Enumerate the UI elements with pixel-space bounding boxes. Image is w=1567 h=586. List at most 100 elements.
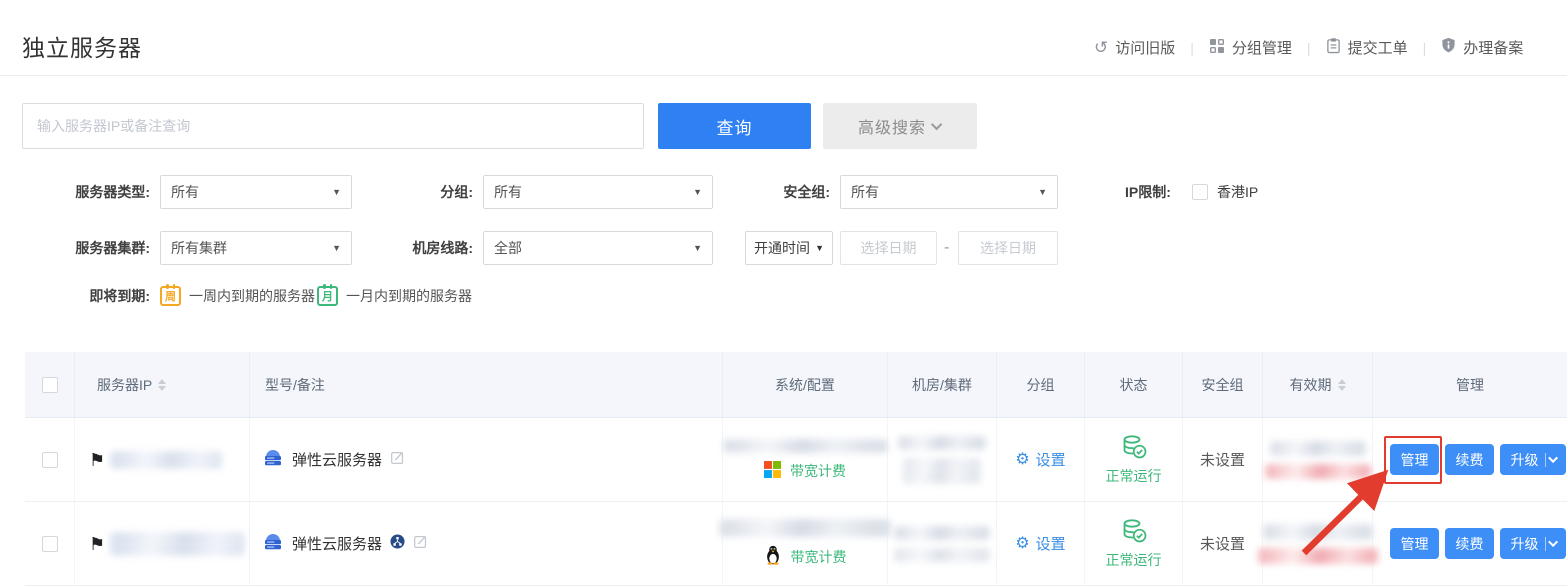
week-calendar-icon[interactable]: 周 [160,286,181,306]
billing-type-label: 带宽计费 [790,461,846,481]
date-range-separator: - [944,231,949,265]
linux-icon [764,545,782,568]
blurred-config [719,519,891,537]
visit-old-version-link[interactable]: ↺ 访问旧版 [1094,37,1175,58]
blurred-server-ip [110,451,222,469]
renew-button[interactable]: 续费 [1445,528,1494,559]
sort-icon[interactable] [1338,379,1346,391]
manage-cell: 管理 续费 升级 [1373,502,1567,585]
select-all-checkbox[interactable] [42,377,58,393]
group-management-link[interactable]: 分组管理 [1209,37,1292,58]
room-cluster-cell [888,418,997,501]
row-checkbox-cell [25,502,75,585]
header-room: 机房/集群 [888,352,997,417]
time-type-select[interactable]: 开通时间 ▼ [745,231,833,265]
security-group-cell: 未设置 [1183,418,1263,501]
upgrade-button[interactable]: 升级 [1500,528,1566,559]
blurred-validity-date [1263,524,1373,540]
upgrade-dropdown-toggle[interactable] [1546,456,1564,463]
edit-remark-icon[interactable] [413,534,428,553]
submit-ticket-link[interactable]: 提交工单 [1326,37,1408,58]
filter-row-1: 服务器类型: 所有 ▼ 分组: 所有 ▼ 安全组: 所有 ▼ IP限制: 香港I… [0,175,1567,209]
filing-record-link[interactable]: 办理备案 [1441,37,1523,58]
date-start-input[interactable] [840,231,937,265]
manage-button[interactable]: 管理 [1390,444,1439,475]
line-filter-label: 机房线路: [360,231,473,265]
search-input[interactable] [22,103,644,149]
month-calendar-icon[interactable]: 月 [317,286,338,306]
cluster-badge-icon [390,534,405,553]
caret-down-icon: ▼ [693,243,702,253]
sort-icon[interactable] [158,379,166,391]
room-cluster-cell [888,502,997,585]
edit-remark-icon[interactable] [390,450,405,469]
blurred-expiry-date [1265,464,1371,479]
header-server-ip: 服务器IP [75,352,250,417]
line-select[interactable]: 全部 ▼ [483,231,713,265]
query-button[interactable]: 查询 [658,103,811,149]
system-config-cell: 带宽计费 [723,418,888,501]
blurred-cluster [894,548,990,562]
flag-icon: ⚑ [89,535,105,553]
gear-icon: ⚙ [1015,452,1029,468]
server-type-select[interactable]: 所有 ▼ [160,175,352,209]
server-ip-cell: ⚑ [75,418,250,501]
model-label: 弹性云服务器 [292,533,382,554]
model-cell: 弹性云服务器 [250,418,723,501]
expiry-legend-row: 即将到期: 周 一周内到期的服务器 月 一月内到期的服务器 [0,283,1567,309]
system-config-cell: 带宽计费 [723,502,888,585]
link-separator: | [1190,40,1194,56]
server-type-label: 服务器类型: [22,175,150,209]
upgrade-dropdown-toggle[interactable] [1546,540,1564,547]
submit-ticket-label: 提交工单 [1348,37,1408,58]
row-checkbox[interactable] [42,452,58,468]
group-select[interactable]: 所有 ▼ [483,175,713,209]
header-validity-label: 有效期 [1290,375,1332,395]
table-row: ⚑ 弹性云服务器 带宽计费 ⚙ [25,502,1567,586]
shield-icon [1441,37,1456,58]
upgrade-label: 升级 [1503,537,1546,551]
table-row: ⚑ 弹性云服务器 带宽计费 ⚙ [25,418,1567,502]
server-ip-cell: ⚑ [75,502,250,585]
security-group-select[interactable]: 所有 ▼ [840,175,1058,209]
server-type-value: 所有 [171,182,199,202]
filing-record-label: 办理备案 [1463,37,1523,58]
caret-down-icon: ▼ [693,187,702,197]
chevron-down-icon [1548,537,1558,547]
search-section: 查询 高级搜索 [22,103,1022,149]
cloud-server-icon [262,447,284,473]
upgrade-button[interactable]: 升级 [1500,444,1566,475]
status-cell: 正常运行 [1085,502,1183,585]
chevron-down-icon [931,119,942,130]
security-group-cell: 未设置 [1183,502,1263,585]
advanced-search-button[interactable]: 高级搜索 [823,103,977,149]
date-end-input[interactable] [958,231,1058,265]
blurred-room [898,436,986,450]
header-select-all [25,352,75,417]
status-cell: 正常运行 [1085,418,1183,501]
security-group-filter-label: 安全组: [718,175,830,209]
header-system: 系统/配置 [723,352,888,417]
cluster-filter-label: 服务器集群: [22,231,150,265]
header-model: 型号/备注 [250,352,723,417]
row-checkbox[interactable] [42,536,58,552]
header-validity: 有效期 [1263,352,1373,417]
group-setting-link[interactable]: ⚙ 设置 [1015,533,1065,554]
group-setting-link[interactable]: ⚙ 设置 [1015,449,1065,470]
cluster-select[interactable]: 所有集群 ▼ [160,231,352,265]
manage-button[interactable]: 管理 [1390,528,1439,559]
header-links: ↺ 访问旧版 | 分组管理 | 提交工单 | 办理备案 [1094,37,1523,58]
status-label: 正常运行 [1106,466,1162,486]
hk-ip-option-label: 香港IP [1217,175,1258,209]
validity-cell [1263,502,1373,585]
renew-button[interactable]: 续费 [1445,444,1494,475]
header-status: 状态 [1085,352,1183,417]
group-setting-label: 设置 [1036,533,1066,554]
server-table: 服务器IP 型号/备注 系统/配置 机房/集群 分组 状态 安全组 有效期 管理… [25,352,1567,586]
billing-type-label: 带宽计费 [791,547,847,567]
hk-ip-checkbox[interactable] [1192,184,1208,200]
upgrade-label: 升级 [1503,453,1546,467]
time-type-value: 开通时间 [754,238,810,258]
server-console-page: 独立服务器 ↺ 访问旧版 | 分组管理 | 提交工单 | 办理备案 [0,0,1567,586]
chevron-down-icon [1548,453,1558,463]
